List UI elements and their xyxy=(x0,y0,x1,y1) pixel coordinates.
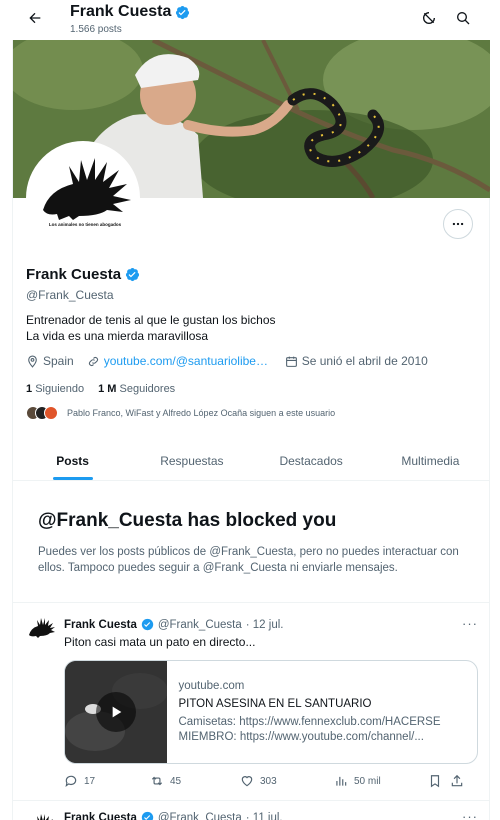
avatar-caption: Los animales no tienen abogados xyxy=(48,222,122,227)
profile-avatar[interactable] xyxy=(26,141,140,255)
like-count: 303 xyxy=(260,775,277,787)
following-link[interactable]: 1 Siguiendo xyxy=(26,383,84,395)
card-title: PITON ASESINA EN EL SANTUARIO xyxy=(178,698,372,710)
blocked-title: @Frank_Cuesta has blocked you xyxy=(38,510,337,531)
views-chart-icon xyxy=(336,776,347,786)
location-pin-icon xyxy=(28,355,37,368)
website-item: youtube.com/@santuariolibertad xyxy=(87,354,272,368)
card-domain: youtube.com xyxy=(178,680,245,692)
posts-count: 1.566 posts xyxy=(70,24,122,35)
verified-badge-icon xyxy=(141,811,154,820)
tab-media[interactable]: Multimedia xyxy=(371,441,490,480)
profile-tabs: Posts Respuestas Destacados Multimedia xyxy=(13,441,490,481)
joined-item: Se unió el abril de 2010 xyxy=(285,354,428,368)
tweet-header: Frank Cuesta @Frank_Cuesta · 12 jul. xyxy=(64,618,283,631)
divider xyxy=(13,800,490,801)
avatar xyxy=(44,406,58,420)
followed-by-text: Pablo Franco, WiFast y Alfredo López Oca… xyxy=(67,408,336,418)
like-button[interactable]: 303 xyxy=(240,774,334,788)
calendar-icon xyxy=(285,356,297,367)
joined-text: Se unió el abril de 2010 xyxy=(301,354,428,368)
tweet-more-icon[interactable]: ··· xyxy=(462,809,478,820)
followers-count: 1 M xyxy=(98,383,117,395)
tweet-date[interactable]: · 11 jul. xyxy=(246,812,283,820)
repost-count: 45 xyxy=(170,775,182,787)
link-preview-card[interactable]: youtube.com PITON ASESINA EN EL SANTUARI… xyxy=(64,660,478,764)
blocked-notice: @Frank_Cuesta has blocked you Puedes ver… xyxy=(38,510,468,576)
tab-replies[interactable]: Respuestas xyxy=(132,441,251,480)
followers-label: Seguidores xyxy=(119,383,176,395)
more-dots-icon xyxy=(452,222,464,226)
card-body: youtube.com PITON ASESINA EN EL SANTUARI… xyxy=(166,661,477,763)
location-text: Spain xyxy=(43,354,74,368)
bookmark-icon xyxy=(430,775,440,788)
views-button[interactable]: 50 mil xyxy=(334,774,428,788)
search-icon[interactable] xyxy=(448,3,478,33)
card-description: Camisetas: https://www.fennexclub.com/HA… xyxy=(178,716,441,743)
tweet-author-name[interactable]: Frank Cuesta xyxy=(64,812,137,820)
location-item: Spain xyxy=(26,354,74,368)
play-button[interactable] xyxy=(96,692,136,732)
followers-link[interactable]: 1 M Seguidores xyxy=(98,383,175,395)
tweet-author-handle[interactable]: @Frank_Cuesta xyxy=(158,812,242,820)
followers-you-know[interactable]: Pablo Franco, WiFast y Alfredo López Oca… xyxy=(26,406,335,420)
tweet-actions: 17 45 303 50 mil xyxy=(64,774,474,788)
tweet-header: Frank Cuesta @Frank_Cuesta · 11 jul. xyxy=(64,811,283,820)
more-options-button[interactable] xyxy=(443,209,473,239)
follow-stats: 1 Siguiendo 1 M Seguidores xyxy=(26,383,175,395)
header-name: Frank Cuesta xyxy=(70,3,172,20)
bio-line: Entrenador de tenis al que le gustan los… xyxy=(26,313,276,327)
link-icon xyxy=(88,356,98,366)
views-count: 50 mil xyxy=(354,775,381,787)
reply-count: 17 xyxy=(84,775,96,787)
tweet-author-handle[interactable]: @Frank_Cuesta xyxy=(158,619,242,631)
repost-button[interactable]: 45 xyxy=(150,774,240,788)
reply-button[interactable]: 17 xyxy=(64,774,150,788)
verified-badge-icon xyxy=(141,618,154,631)
profile-header-bar: Frank Cuesta 1.566 posts xyxy=(0,0,500,40)
bookmark-button[interactable] xyxy=(428,774,450,788)
heart-icon xyxy=(241,776,253,787)
tweet-author-name[interactable]: Frank Cuesta xyxy=(64,619,137,631)
share-button[interactable] xyxy=(450,774,470,788)
profile-name: Frank Cuesta xyxy=(26,266,140,283)
divider xyxy=(13,602,490,603)
back-arrow-icon[interactable] xyxy=(20,3,50,33)
grok-icon[interactable] xyxy=(414,3,444,33)
video-thumbnail xyxy=(65,661,167,763)
repost-icon xyxy=(151,776,163,786)
share-icon xyxy=(451,774,463,787)
porcupine-logo-icon xyxy=(29,618,55,638)
following-count: 1 xyxy=(26,383,33,395)
tab-highlights[interactable]: Destacados xyxy=(252,441,371,480)
tweet-avatar[interactable] xyxy=(26,615,56,645)
reply-icon xyxy=(65,775,77,788)
header-title: Frank Cuesta xyxy=(70,3,190,21)
bio-line: La vida es una mierda maravillosa xyxy=(26,329,209,343)
profile-name-text: Frank Cuesta xyxy=(26,266,122,283)
porcupine-logo-icon xyxy=(29,144,137,252)
tab-posts[interactable]: Posts xyxy=(13,441,132,480)
blocked-message: Puedes ver los posts públicos de @Frank_… xyxy=(38,546,459,574)
tweet-more-icon[interactable]: ··· xyxy=(462,616,478,631)
tweet-date[interactable]: · 12 jul. xyxy=(246,619,284,631)
profile-handle: @Frank_Cuesta xyxy=(26,288,114,302)
play-icon xyxy=(112,706,122,718)
website-link[interactable]: youtube.com/@santuariolibertad xyxy=(104,354,272,368)
verified-badge-icon xyxy=(176,5,190,19)
tweet-text: Piton casi mata un pato en directo... xyxy=(64,635,256,649)
follower-avatars xyxy=(26,406,58,420)
following-label: Siguiendo xyxy=(35,383,85,395)
profile-meta: Spain youtube.com/@santuariolibertad Se … xyxy=(26,354,441,368)
verified-badge-icon[interactable] xyxy=(125,267,140,282)
profile-bio: Entrenador de tenis al que le gustan los… xyxy=(26,312,276,344)
